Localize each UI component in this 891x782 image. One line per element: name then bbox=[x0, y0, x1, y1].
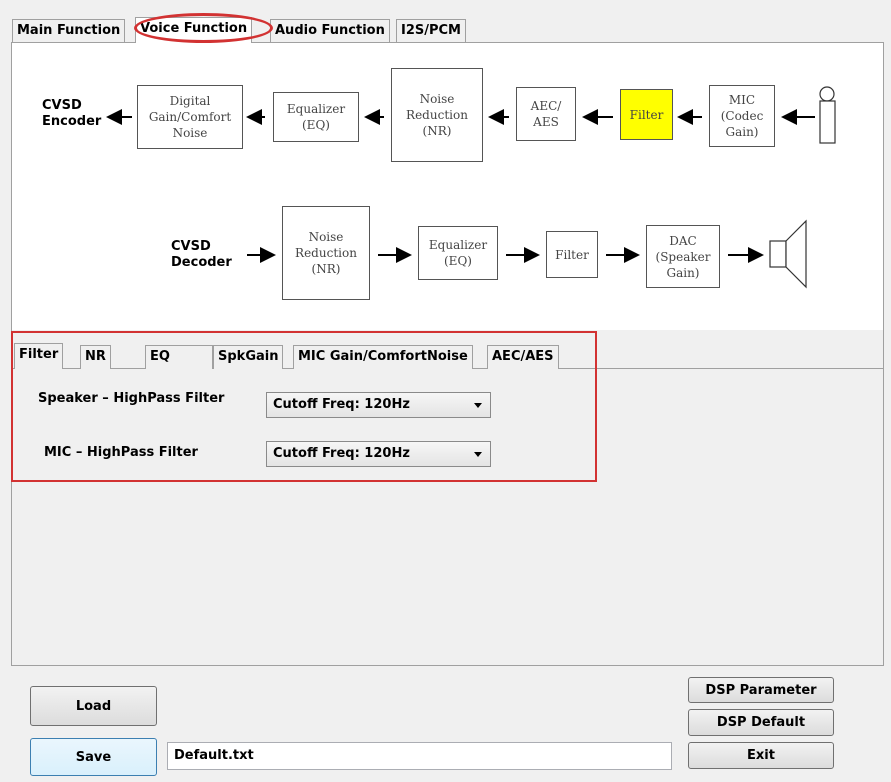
speaker-cutoff-select[interactable]: Cutoff Freq: 120Hz bbox=[266, 392, 491, 418]
speaker-cutoff-value: Cutoff Freq: 120Hz bbox=[273, 397, 410, 412]
mic-highpass-label: MIC – HighPass Filter bbox=[44, 445, 198, 460]
load-button[interactable]: Load bbox=[30, 686, 157, 726]
dsp-default-button[interactable]: DSP Default bbox=[688, 709, 834, 736]
speaker-highpass-label: Speaker – HighPass Filter bbox=[38, 391, 225, 406]
tab-aec-aes[interactable]: AEC/AES bbox=[487, 345, 559, 369]
microphone-icon bbox=[819, 86, 836, 144]
tab-mic-gain-comfortnoise[interactable]: MIC Gain/ComfortNoise bbox=[293, 345, 473, 369]
exit-button[interactable]: Exit bbox=[688, 742, 834, 769]
save-button[interactable]: Save bbox=[30, 738, 157, 776]
tab-audio-function[interactable]: Audio Function bbox=[270, 19, 390, 43]
diagram-arrows bbox=[106, 86, 836, 289]
mic-cutoff-select[interactable]: Cutoff Freq: 120Hz bbox=[266, 441, 491, 467]
dsp-parameter-button[interactable]: DSP Parameter bbox=[688, 677, 834, 703]
tab-main-function[interactable]: Main Function bbox=[12, 19, 126, 43]
speaker-icon bbox=[769, 219, 807, 289]
voice-path-diagram: CVSD Encoder Digital Gain/Comfort Noise … bbox=[12, 43, 883, 330]
tab-nr[interactable]: NR bbox=[80, 345, 111, 369]
chevron-down-icon bbox=[474, 452, 482, 457]
tab-filter[interactable]: Filter bbox=[14, 343, 64, 369]
chevron-down-icon bbox=[474, 403, 482, 408]
file-name-field[interactable]: Default.txt bbox=[167, 742, 672, 770]
tab-voice-function[interactable]: Voice Function bbox=[135, 17, 253, 43]
mic-cutoff-value: Cutoff Freq: 120Hz bbox=[273, 446, 410, 461]
tab-spkgain[interactable]: SpkGain bbox=[213, 345, 284, 369]
tab-eq[interactable]: EQ bbox=[145, 345, 213, 369]
tab-i2s-pcm[interactable]: I2S/PCM bbox=[396, 19, 466, 43]
